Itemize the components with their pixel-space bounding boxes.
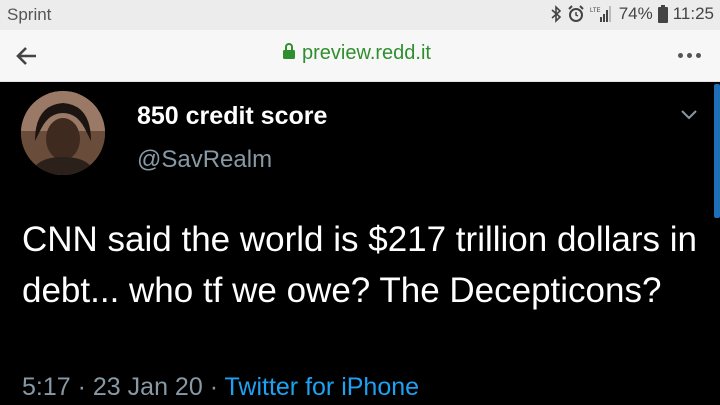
lock-icon <box>282 42 296 65</box>
tweet-date: 23 Jan 20 <box>92 373 203 401</box>
bluetooth-icon <box>550 5 562 23</box>
tweet-text: CNN said the world is $217 trillion doll… <box>22 220 698 310</box>
display-name[interactable]: 850 credit score <box>137 102 327 131</box>
carrier-label: Sprint <box>7 5 52 24</box>
network-type-label: LTE <box>590 8 601 14</box>
url-text: preview.redd.it <box>302 42 431 64</box>
meta-separator: · <box>209 373 219 401</box>
tweet-source-link[interactable]: Twitter for iPhone <box>225 373 420 401</box>
clock-time: 11:25 <box>672 4 714 23</box>
user-handle[interactable]: @SavRealm <box>137 146 272 174</box>
address-bar[interactable]: preview.redd.it <box>282 42 431 65</box>
scrollbar[interactable] <box>714 84 720 218</box>
tweet-meta: 5:17 · 23 Jan 20 · Twitter for iPhone <box>22 373 419 402</box>
battery-icon <box>657 5 668 23</box>
status-bar: Sprint LTE 74% 11:25 <box>0 0 720 30</box>
more-options-icon[interactable] <box>678 53 701 58</box>
status-icons: LTE 74% 11:25 <box>550 4 714 24</box>
browser-toolbar: preview.redd.it <box>0 30 720 82</box>
back-arrow-icon[interactable] <box>14 43 40 69</box>
meta-separator: · <box>77 373 86 401</box>
tweet-card: 850 credit score @SavRealm CNN said the … <box>0 82 720 405</box>
avatar[interactable] <box>21 91 105 175</box>
battery-percent: 74% <box>618 4 653 23</box>
chevron-down-icon[interactable] <box>679 107 699 126</box>
signal-icon: LTE <box>590 5 614 23</box>
alarm-icon <box>567 5 585 23</box>
tweet-time: 5:17 <box>22 373 71 401</box>
